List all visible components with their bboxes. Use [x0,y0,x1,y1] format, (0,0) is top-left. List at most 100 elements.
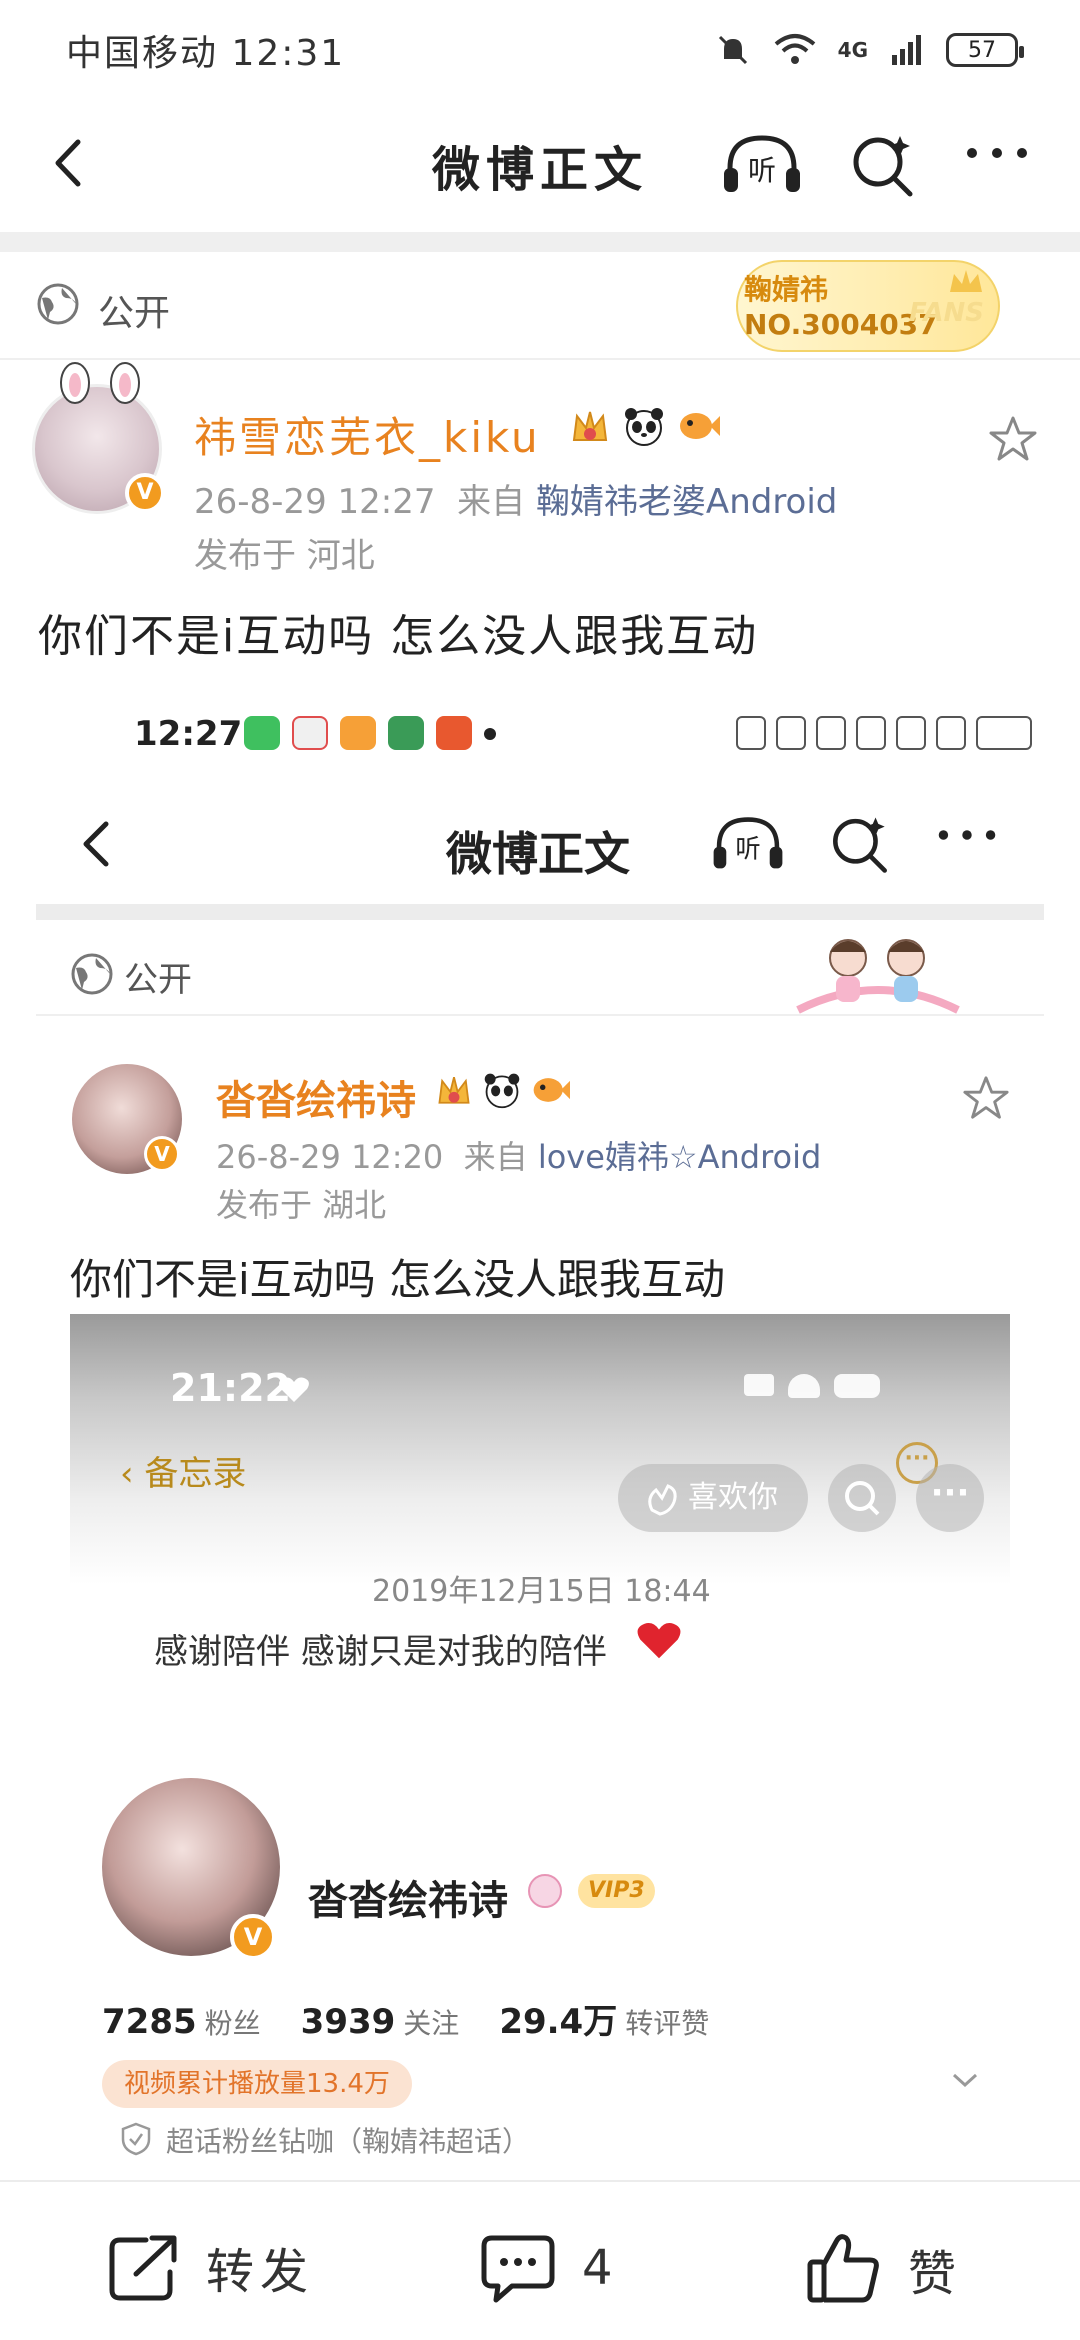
video-play-count-tag: 视频累计播放量13.4万 [102,2060,412,2108]
embedded-post-from: 来自 [463,1138,528,1176]
listen-headphone-icon[interactable]: 听 [720,130,804,200]
post-from: 来自 [457,482,526,522]
stat-number: 7285 [102,2002,197,2042]
embedded-favorite-star-icon [963,1076,1009,1119]
heart-icon [279,1377,309,1402]
nav-bar: 微博正文 听 [0,100,1080,230]
search-icon[interactable] [848,130,918,200]
author-name[interactable]: 祎雪恋芜衣_kiku [194,404,541,465]
carrier-time: 中国移动 12:31 [66,33,346,74]
super-topic-label: 超话粉丝钻咖（鞠婧祎超话） [166,2125,531,2158]
hand-heart-icon [648,1484,677,1516]
battery-icon: 57 [946,33,1024,67]
panda-badge-icon [482,1070,522,1110]
nested-profile-name: 沓沓绘祎诗 [308,1878,508,1924]
embedded-system-icons [736,716,1032,750]
embedded-post-time: 26-8-29 12:20 [216,1138,444,1176]
red-heart-icon [637,1623,681,1659]
signal-icon [892,35,921,65]
like-button[interactable]: 赞 [806,2232,962,2306]
panda-badge-icon [622,404,666,448]
embedded-post-text: 你们不是i互动吗 怎么没人跟我互动 [70,1255,726,1304]
embedded-listen-icon: 听 [713,817,783,869]
fans-badge-mark: FANS [908,298,984,328]
crown-badge-icon [568,404,612,448]
embedded-author-badges [434,1070,570,1110]
stat-number: 3939 [300,2002,396,2042]
fans-badge-name: 鞠婧祎 [744,273,829,306]
app-icon [388,716,424,750]
post-source[interactable]: 鞠婧祎老婆Android [536,482,837,522]
couple-cartoon-decoration [796,939,960,1014]
signal-icon [896,716,926,750]
hourglass-icon [776,716,806,750]
embedded-post-source: love婧祎☆Android [537,1138,822,1176]
fans-badge[interactable]: 鞠婧祎 NO.3004037 FANS [736,260,1000,352]
bunny-ears-decoration [60,362,140,404]
memo-back-link: ‹ 备忘录 [120,1454,247,1494]
mute-icon [718,35,747,65]
fish-badge-icon [530,1070,570,1110]
embedded-page-title: 微博正文 [446,827,630,881]
comment-count: 4 [582,2240,619,2296]
post-location: 发布于 河北 [194,536,375,576]
signal-icon [744,1374,774,1396]
section-divider [0,232,1080,252]
app-icon [436,716,472,750]
wifi-icon [788,1374,820,1398]
embedded-back-arrow-icon [83,821,109,867]
globe-icon [37,283,79,325]
wechat-icon [244,716,280,750]
back-arrow-icon[interactable] [36,128,106,198]
embedded-verified-badge: V [144,1136,180,1172]
share-icon [109,2235,177,2301]
chevron-down-icon [952,2073,978,2088]
nested-name-badge-icon [528,1874,562,1908]
favorite-star-icon[interactable] [988,414,1038,464]
embedded-globe-icon [71,953,113,995]
nested-screenshot: 21:22 ‹ 备忘录 ··· 喜欢你 ··· 2019年12月15日 18:4… [70,1314,1010,2160]
profile-stats: 7285 粉丝 3939 关注 29.4万 转评赞 [102,1994,709,2043]
listen-label: 听 [748,154,776,187]
repost-label: 转发 [206,2244,315,2300]
post-text: 你们不是i互动吗 怎么没人跟我互动 [38,611,759,662]
network-label: 4G [837,38,868,62]
memo-back-label: 备忘录 [144,1454,247,1494]
like-label: 赞 [908,2246,963,2302]
visibility-row: 公开 鞠婧祎 NO.3004037 FANS [0,252,1080,360]
system-icons: 4G 57 [714,31,1024,69]
stat-number: 29.4万 [499,2002,618,2042]
embedded-app-icons [244,716,496,750]
sticker-icon [816,716,846,750]
verified-badge: V [125,473,165,513]
post-image[interactable]: 12:27 微博正文 听 公开 V 沓沓绘祎诗 26-8-29 12:20 来自… [0,690,1080,2160]
memo-note: 感谢陪伴 感谢只是对我的陪伴 [154,1632,607,1672]
post-time: 26-8-29 12:27 [194,482,436,522]
more-icon[interactable] [962,138,1032,168]
vibrate-icon [736,716,766,750]
crown-badge-icon [434,1070,474,1110]
stat-label: 关注 [403,2007,460,2040]
author-avatar[interactable]: V [32,362,165,514]
comment-icon [481,2235,555,2303]
stat-followers: 7285 粉丝 [102,2002,261,2042]
battery-level: 57 [968,37,996,63]
visibility-label: 公开 [98,293,171,334]
embedded-search-icon [833,817,887,873]
dot-icon [484,728,496,740]
comment-button[interactable]: 4 [480,2232,619,2304]
nested-verified-badge: V [230,1914,276,1960]
embedded-visibility-label: 公开 [124,960,192,1000]
action-bar: 转发 4 赞 [0,2180,1080,2340]
map-pin-icon [292,716,328,750]
repost-button[interactable]: 转发 [106,2232,314,2302]
author-badges [568,404,720,448]
thumbs-up-icon [807,2234,879,2303]
fish-badge-icon [676,404,720,448]
wifi-icon [774,34,815,64]
embedded-author-name: 沓沓绘祎诗 [216,1078,416,1124]
vip-badge: VIP3 [578,1874,655,1908]
status-bar: 中国移动 12:31 4G 57 [0,0,1080,100]
memo-date: 2019年12月15日 18:44 [372,1574,711,1609]
battery-heart-icon [976,716,1032,750]
